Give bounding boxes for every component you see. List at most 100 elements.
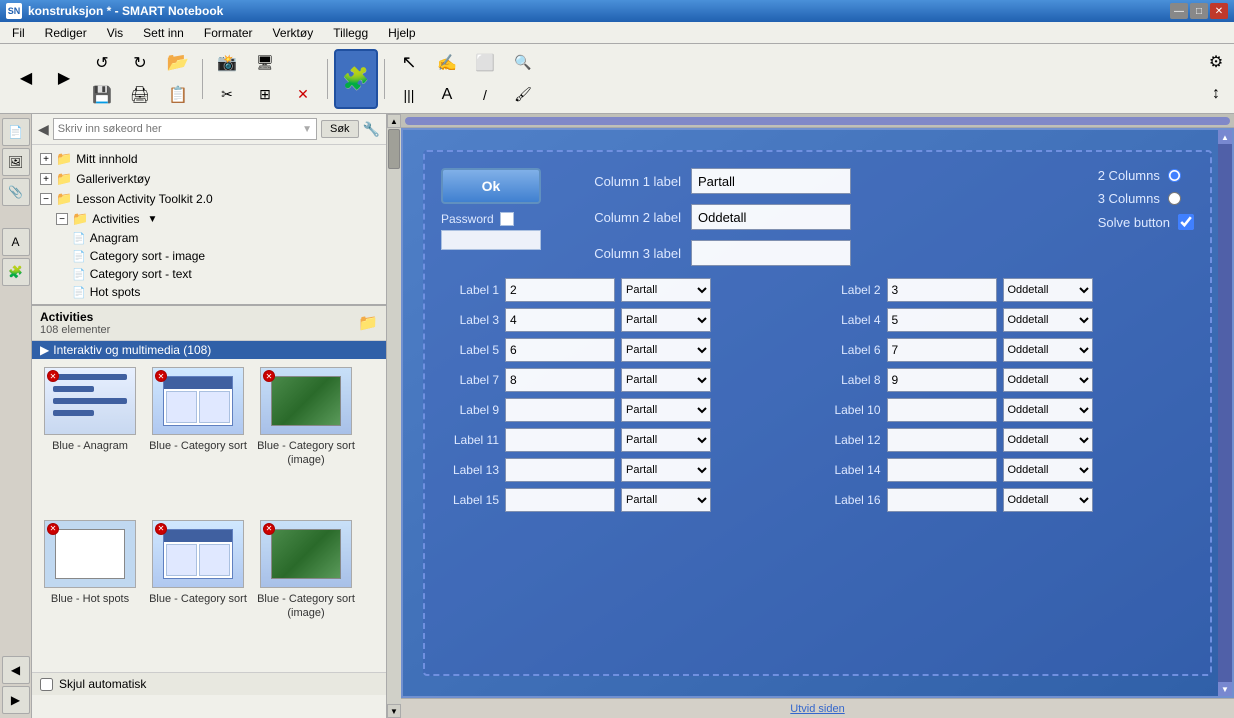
col1-input[interactable] (691, 168, 851, 194)
label-select-label-8[interactable]: OddetallPartall (1003, 368, 1093, 392)
pen2-tool[interactable]: ||| (391, 80, 427, 110)
line-tool[interactable]: / (467, 80, 503, 110)
back-gallery-arrow[interactable]: ◀ (38, 121, 49, 138)
select-tool[interactable]: ↖ (391, 48, 427, 78)
activity-item-anagram[interactable]: ✕ Blue - Anagram (40, 367, 140, 512)
save-button[interactable]: 💾 (84, 80, 120, 110)
delete-dot-catgsort-img2[interactable]: ✕ (263, 523, 275, 535)
expander-activities[interactable]: − (56, 213, 68, 225)
label-value-input-label-7[interactable] (505, 368, 615, 392)
label-value-input-label-13[interactable] (505, 458, 615, 482)
text-tool[interactable]: A (429, 80, 465, 110)
label-value-input-label-9[interactable] (505, 398, 615, 422)
label-select-label-14[interactable]: OddetallPartall (1003, 458, 1093, 482)
scroll-up-arrow[interactable]: ▲ (387, 114, 401, 128)
tree-item-lesson[interactable]: − 📁 Lesson Activity Toolkit 2.0 (36, 189, 382, 209)
delete-dot-anagram[interactable]: ✕ (47, 370, 59, 382)
scroll-thumb[interactable] (388, 129, 400, 169)
menu-verktoy[interactable]: Verktøy (265, 24, 322, 42)
activity-item-catgsort[interactable]: ✕ Blue - Category sort (148, 367, 248, 512)
tree-item-galleriverktoy[interactable]: + 📁 Galleriverktøy (36, 169, 382, 189)
label-value-input-label-6[interactable] (887, 338, 997, 362)
label-value-input-label-5[interactable] (505, 338, 615, 362)
side-nav-arrow-left[interactable]: ◀ (2, 656, 30, 684)
label-select-label-2[interactable]: OddetallPartall (1003, 278, 1093, 302)
label-select-label-16[interactable]: OddetallPartall (1003, 488, 1093, 512)
label-select-label-1[interactable]: PartallOddetall (621, 278, 711, 302)
close-button[interactable]: ✕ (1210, 3, 1228, 19)
three-columns-radio[interactable] (1168, 192, 1181, 205)
scroll-down-arrow[interactable]: ▼ (387, 704, 401, 718)
label-select-label-11[interactable]: PartallOddetall (621, 428, 711, 452)
side-nav-pages[interactable]: 📄 (2, 118, 30, 146)
side-nav-arrow-right[interactable]: ▶ (2, 686, 30, 714)
two-columns-radio[interactable] (1168, 169, 1181, 182)
left-panel-vscroll[interactable]: ▲ ▼ (387, 114, 401, 718)
tree-item-mitt-innhold[interactable]: + 📁 Mitt innhold (36, 149, 382, 169)
table-button[interactable]: ⊞ (247, 80, 283, 110)
expander-galleriverktoy[interactable]: + (40, 173, 52, 185)
label-select-label-3[interactable]: PartallOddetall (621, 308, 711, 332)
col3-input[interactable] (691, 240, 851, 266)
menu-fil[interactable]: Fil (4, 24, 33, 42)
minimize-button[interactable]: — (1170, 3, 1188, 19)
label-value-input-label-16[interactable] (887, 488, 997, 512)
search-button[interactable]: Søk (321, 120, 359, 138)
expand-page-link[interactable]: Utvid siden (790, 703, 844, 715)
tree-item-activities[interactable]: − 📁 Activities ▼ (36, 209, 382, 229)
canvas-scroll-up[interactable]: ▲ (1218, 130, 1232, 144)
activity-button[interactable]: 🧩 (334, 49, 378, 109)
ok-button[interactable]: Ok (441, 168, 541, 204)
back-button[interactable]: ◀ (8, 63, 44, 93)
label-select-label-9[interactable]: PartallOddetall (621, 398, 711, 422)
label-value-input-label-15[interactable] (505, 488, 615, 512)
expand-button[interactable]: ↕ (1202, 80, 1230, 108)
password-checkbox[interactable] (500, 212, 514, 226)
forward-button[interactable]: ▶ (46, 63, 82, 93)
label-value-input-label-14[interactable] (887, 458, 997, 482)
activity-item-catgsort2[interactable]: ✕ Blue - Category sort (148, 520, 248, 665)
solve-button-checkbox[interactable] (1178, 214, 1194, 230)
open-button[interactable]: 📂 (160, 48, 196, 78)
label-value-input-label-1[interactable] (505, 278, 615, 302)
label-select-label-13[interactable]: PartallOddetall (621, 458, 711, 482)
tree-item-category-text[interactable]: 📄 Category sort - text (36, 265, 382, 283)
label-select-label-15[interactable]: PartallOddetall (621, 488, 711, 512)
col2-input[interactable] (691, 204, 851, 230)
label-value-input-label-10[interactable] (887, 398, 997, 422)
activities-dropdown[interactable]: ▼ (148, 214, 158, 225)
eraser-tool[interactable]: ⬜ (467, 48, 503, 78)
menu-rediger[interactable]: Rediger (37, 24, 95, 42)
wrench-icon[interactable]: 🔧 (363, 121, 380, 138)
redo-button[interactable]: ↻ (122, 48, 158, 78)
tree-item-hotspots[interactable]: 📄 Hot spots (36, 283, 382, 301)
label-value-input-label-2[interactable] (887, 278, 997, 302)
label-value-input-label-8[interactable] (887, 368, 997, 392)
side-nav-gallery[interactable]: 🖼 (2, 148, 30, 176)
menu-formater[interactable]: Formater (196, 24, 261, 42)
screenshot-button[interactable]: 📸 (209, 48, 245, 78)
category-header[interactable]: ▶ Interaktiv og multimedia (108) (32, 341, 386, 359)
tree-item-category-image[interactable]: 📄 Category sort - image (36, 247, 382, 265)
label-value-input-label-12[interactable] (887, 428, 997, 452)
activity-item-catgsort-img2[interactable]: ✕ Blue - Category sort (image) (256, 520, 356, 665)
side-nav-properties[interactable]: A (2, 228, 30, 256)
canvas-vscroll[interactable]: ▲ ▼ (1218, 130, 1232, 696)
search-input[interactable] (58, 123, 298, 135)
undo-button[interactable]: ↺ (84, 48, 120, 78)
label-select-label-6[interactable]: OddetallPartall (1003, 338, 1093, 362)
top-scroll[interactable] (401, 114, 1234, 128)
search-dropdown-icon[interactable]: ▼ (302, 124, 312, 135)
autohide-checkbox[interactable] (40, 678, 53, 691)
label-select-label-10[interactable]: OddetallPartall (1003, 398, 1093, 422)
pen-tool[interactable]: ✍ (429, 48, 465, 78)
delete-dot-catgsort[interactable]: ✕ (155, 370, 167, 382)
password-input[interactable] (441, 230, 541, 250)
side-nav-attachments[interactable]: 📎 (2, 178, 30, 206)
menu-hjelp[interactable]: Hjelp (380, 24, 423, 42)
activity-item-catgsort-img[interactable]: ✕ Blue - Category sort (image) (256, 367, 356, 512)
label-value-input-label-11[interactable] (505, 428, 615, 452)
delete-dot-hotspots[interactable]: ✕ (47, 523, 59, 535)
gear-button[interactable]: ⚙ (1202, 48, 1230, 76)
canvas-scroll-down[interactable]: ▼ (1218, 682, 1232, 696)
